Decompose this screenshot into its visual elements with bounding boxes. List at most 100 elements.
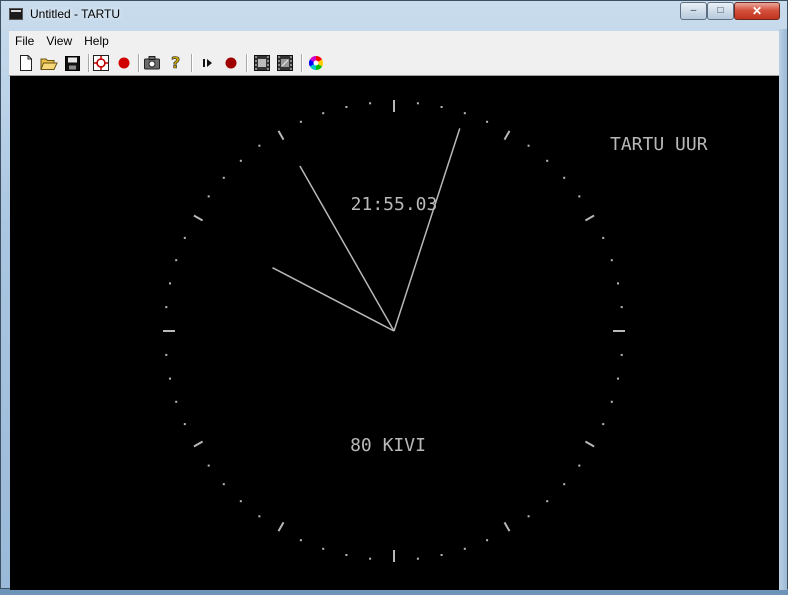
minute-dot [610, 259, 613, 262]
digital-time: 21:55.03 [351, 194, 438, 215]
hour-tick [277, 521, 285, 532]
hour-tick [503, 130, 511, 141]
help-button[interactable]: ? [167, 54, 185, 72]
open-button[interactable] [40, 54, 58, 72]
minute-dot [527, 144, 530, 147]
camera-button[interactable] [143, 54, 161, 72]
minute-dot [610, 400, 613, 403]
color-wheel-icon [309, 56, 323, 70]
clock-display[interactable]: TARTU UUR 21:55.03 80 KIVI [10, 76, 779, 590]
camera-icon [144, 56, 160, 70]
save-button[interactable] [63, 54, 81, 72]
top-right-label: TARTU UUR [610, 134, 708, 155]
minute-dot [578, 195, 581, 198]
minute-dot [169, 377, 171, 380]
minute-dot [416, 102, 419, 105]
hour-tick [584, 440, 595, 448]
target-button[interactable] [92, 54, 110, 72]
record-button[interactable] [115, 54, 133, 72]
menu-view[interactable]: View [40, 31, 78, 51]
minute-dot [463, 547, 466, 550]
toolbar-separator [138, 54, 140, 72]
film-frame-alt-icon [277, 55, 293, 71]
color-button[interactable] [307, 54, 325, 72]
minute-dot [416, 557, 419, 560]
new-file-button[interactable] [17, 54, 35, 72]
minute-dot [369, 102, 372, 105]
film-frame-button[interactable] [253, 54, 271, 72]
minute-dot [486, 120, 489, 123]
minute-dot [239, 159, 242, 162]
minute-dot [620, 353, 623, 356]
window-frame-edge [779, 29, 787, 590]
minute-dot [222, 483, 225, 486]
title-bar[interactable]: Untitled - TARTU – □ ✕ [1, 1, 787, 29]
minute-dot [169, 282, 171, 285]
play-step-icon [203, 59, 212, 67]
minute-dot [563, 176, 566, 179]
menu-bar: File View Help [9, 31, 779, 52]
minimize-button[interactable]: – [680, 2, 707, 20]
new-file-icon [20, 55, 32, 71]
minute-dot [239, 500, 242, 503]
maximize-button[interactable]: □ [707, 2, 734, 20]
minute-dot [617, 282, 619, 285]
menu-file[interactable]: File [9, 31, 40, 51]
minute-dot [369, 557, 372, 560]
minute-dot [322, 112, 325, 115]
hour-tick [277, 130, 285, 141]
target-icon [93, 55, 109, 71]
minute-dot [165, 353, 168, 356]
minute-dot [546, 500, 549, 503]
toolbar-separator [88, 54, 90, 72]
toolbar-separator [246, 54, 248, 72]
minute-dot [440, 106, 443, 108]
window-title: Untitled - TARTU [30, 7, 121, 21]
minute-dot [527, 515, 530, 518]
film-frame-alt-button[interactable] [276, 54, 294, 72]
minute-dot [258, 144, 261, 147]
minute-dot [578, 464, 581, 467]
minute-dot [175, 400, 178, 403]
minute-dot [183, 236, 186, 239]
stop-record-button[interactable] [222, 54, 240, 72]
film-frame-icon [254, 55, 270, 71]
save-icon [64, 55, 80, 71]
hour-tick [503, 521, 511, 532]
toolbar-separator [301, 54, 303, 72]
minute-dot [345, 554, 348, 556]
minute-dot [486, 539, 489, 542]
close-button[interactable]: ✕ [734, 2, 780, 20]
record-icon [118, 57, 130, 69]
stop-record-icon [225, 57, 237, 69]
second-hand [393, 128, 461, 332]
minute-dot [602, 423, 605, 426]
minute-dot [175, 259, 178, 262]
help-icon: ? [171, 54, 181, 72]
toolbar: ? [9, 51, 779, 76]
app-window: Untitled - TARTU – □ ✕ File View Help ? … [0, 0, 788, 590]
app-icon [9, 8, 23, 20]
minute-dot [463, 112, 466, 115]
minute-dot [207, 195, 210, 198]
minute-dot [258, 515, 261, 518]
analog-clock: TARTU UUR 21:55.03 80 KIVI [163, 100, 708, 562]
bottom-label: 80 KIVI [350, 435, 426, 456]
minute-dot [207, 464, 210, 467]
svg-text:?: ? [171, 54, 180, 72]
minute-dot [620, 306, 623, 309]
hour-tick [584, 214, 595, 222]
minute-dot [322, 547, 325, 550]
menu-help[interactable]: Help [78, 31, 115, 51]
minute-dot [222, 176, 225, 179]
minute-dot [299, 120, 302, 123]
minute-dot [546, 159, 549, 162]
minute-dot [440, 554, 443, 556]
minute-dot [183, 423, 186, 426]
minute-dot [299, 539, 302, 542]
play-button[interactable] [199, 54, 217, 72]
minute-dot [602, 236, 605, 239]
open-folder-icon [40, 58, 58, 70]
minute-dot [165, 306, 168, 309]
hour-tick [193, 440, 204, 448]
